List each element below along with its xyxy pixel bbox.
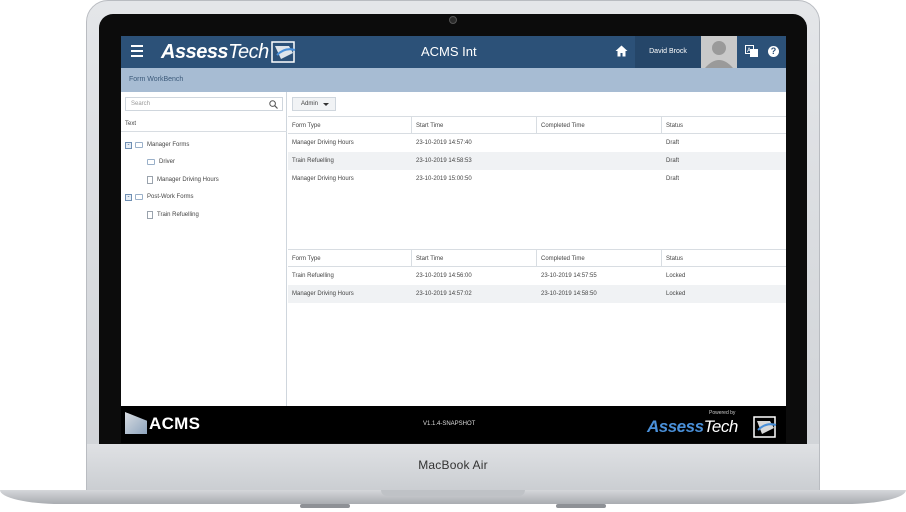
tree-node-manager-forms[interactable]: - Manager Forms	[125, 139, 189, 151]
acms-mark-icon	[125, 412, 147, 434]
search-placeholder: Search	[131, 101, 151, 107]
tree-node-manager-driving-hours[interactable]: Manager Driving Hours	[147, 174, 219, 186]
laptop-foot-left	[300, 504, 350, 508]
home-icon[interactable]	[615, 45, 628, 57]
column-header[interactable]: Status	[662, 117, 786, 133]
search-icon[interactable]	[269, 100, 278, 109]
laptop-foot-right	[556, 504, 606, 508]
acms-logo: ACMS	[125, 412, 200, 434]
draft-forms-table: Form Type Start Time Completed Time Stat…	[288, 116, 786, 188]
user-name[interactable]: David Brock	[635, 36, 701, 68]
tree-node-post-work-forms[interactable]: - Post-Work Forms	[125, 191, 194, 203]
column-header[interactable]: Start Time	[412, 250, 537, 266]
translate-icon[interactable]: A	[745, 45, 759, 58]
folder-icon	[147, 159, 155, 165]
camera	[449, 16, 457, 24]
assesstech-footer-logo: AssessTech	[647, 417, 738, 436]
tree-node-driver[interactable]: Driver	[147, 156, 175, 168]
assesstech-logo: AssessTech	[161, 40, 297, 64]
tree-column-header: Text	[121, 116, 287, 132]
powered-by-label: Powered by	[709, 410, 736, 416]
column-header[interactable]: Completed Time	[537, 250, 662, 266]
device-brand: MacBook Air	[418, 458, 488, 472]
table-row[interactable]: Train Refuelling 23-10-2019 14:56:00 23-…	[288, 267, 786, 285]
base-notch	[381, 490, 525, 496]
table-row[interactable]: Manager Driving Hours 23-10-2019 14:57:4…	[288, 134, 786, 152]
table-row[interactable]: Manager Driving Hours 23-10-2019 15:00:5…	[288, 170, 786, 188]
version-label: V1.1.4-SNAPSHOT	[423, 421, 476, 427]
forms-panel: Admin Form Type Start Time Completed Tim…	[288, 92, 786, 406]
tree-node-train-refuelling[interactable]: Train Refuelling	[147, 209, 199, 221]
avatar[interactable]	[701, 36, 737, 68]
folder-icon	[135, 142, 143, 148]
search-input[interactable]: Search	[125, 97, 283, 111]
column-header[interactable]: Form Type	[288, 250, 412, 266]
help-icon[interactable]: ?	[768, 46, 779, 57]
table-header: Form Type Start Time Completed Time Stat…	[288, 116, 786, 134]
column-header[interactable]: Start Time	[412, 117, 537, 133]
caret-down-icon	[323, 103, 329, 106]
document-icon	[147, 211, 153, 219]
footer: ACMS V1.1.4-SNAPSHOT Powered by AssessTe…	[121, 406, 786, 443]
column-header[interactable]: Status	[662, 250, 786, 266]
collapse-icon[interactable]: -	[125, 141, 132, 149]
table-header: Form Type Start Time Completed Time Stat…	[288, 249, 786, 267]
table-row[interactable]: Manager Driving Hours 23-10-2019 14:57:0…	[288, 285, 786, 303]
role-dropdown[interactable]: Admin	[292, 97, 336, 111]
logo-mark-icon	[270, 41, 295, 63]
table-row[interactable]: Train Refuelling 23-10-2019 14:58:53 Dra…	[288, 152, 786, 170]
app-title: ACMS Int	[421, 44, 477, 59]
document-icon	[147, 176, 153, 184]
collapse-icon[interactable]: -	[125, 193, 132, 201]
folder-icon	[135, 194, 143, 200]
tree-panel: Search Text - Manager Forms Driver Manag…	[121, 92, 287, 406]
app-screen: AssessTech ACMS Int David Brock A ? Form…	[121, 36, 786, 443]
column-header[interactable]: Form Type	[288, 117, 412, 133]
user-silhouette-icon	[705, 41, 733, 68]
column-header[interactable]: Completed Time	[537, 117, 662, 133]
top-bar: AssessTech ACMS Int David Brock A ?	[121, 36, 786, 68]
menu-icon[interactable]	[131, 45, 143, 57]
logo-mark-icon	[753, 416, 777, 438]
locked-forms-table: Form Type Start Time Completed Time Stat…	[288, 249, 786, 303]
page-title: Form WorkBench	[121, 68, 786, 92]
